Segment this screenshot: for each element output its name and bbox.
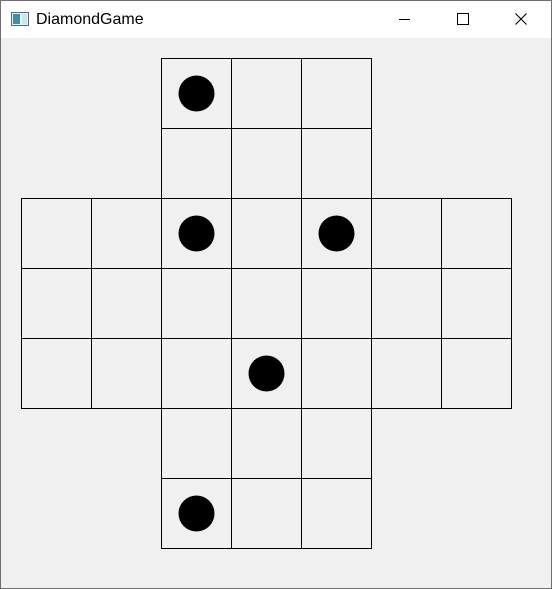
board-cell[interactable]: [231, 268, 302, 339]
board-cell[interactable]: [301, 58, 372, 129]
game-piece[interactable]: [178, 215, 215, 252]
board-cell[interactable]: [371, 338, 442, 409]
game-piece[interactable]: [178, 75, 215, 112]
title-bar[interactable]: DiamondGame: [1, 1, 551, 38]
board-cell[interactable]: [301, 408, 372, 479]
app-window-icon: [11, 12, 29, 26]
board-cell[interactable]: [231, 198, 302, 269]
game-board[interactable]: [1, 38, 551, 588]
minimize-button[interactable]: [382, 1, 428, 38]
board-cell[interactable]: [21, 338, 92, 409]
board-cell[interactable]: [231, 478, 302, 549]
board-cell[interactable]: [231, 58, 302, 129]
board-cell[interactable]: [91, 338, 162, 409]
board-cell[interactable]: [301, 128, 372, 199]
game-piece[interactable]: [318, 215, 355, 252]
board-cell[interactable]: [441, 198, 512, 269]
board-cell[interactable]: [91, 198, 162, 269]
game-piece[interactable]: [178, 495, 215, 532]
board-cell[interactable]: [371, 268, 442, 339]
close-button[interactable]: [498, 1, 544, 38]
board-cell[interactable]: [21, 198, 92, 269]
board-cell[interactable]: [441, 268, 512, 339]
board-cell[interactable]: [161, 338, 232, 409]
window-title: DiamondGame: [36, 11, 144, 28]
board-cell[interactable]: [301, 478, 372, 549]
game-piece[interactable]: [248, 355, 285, 392]
board-cell[interactable]: [301, 268, 372, 339]
board-cell[interactable]: [371, 198, 442, 269]
board-cell[interactable]: [161, 408, 232, 479]
game-area: [1, 38, 551, 588]
board-cell[interactable]: [301, 338, 372, 409]
board-cell[interactable]: [441, 338, 512, 409]
app-window: DiamondGame: [0, 0, 552, 589]
board-cell[interactable]: [21, 268, 92, 339]
board-cell[interactable]: [91, 268, 162, 339]
board-cell[interactable]: [231, 128, 302, 199]
board-cell[interactable]: [161, 128, 232, 199]
maximize-button[interactable]: [440, 1, 486, 38]
board-cell[interactable]: [161, 268, 232, 339]
board-cell[interactable]: [231, 408, 302, 479]
